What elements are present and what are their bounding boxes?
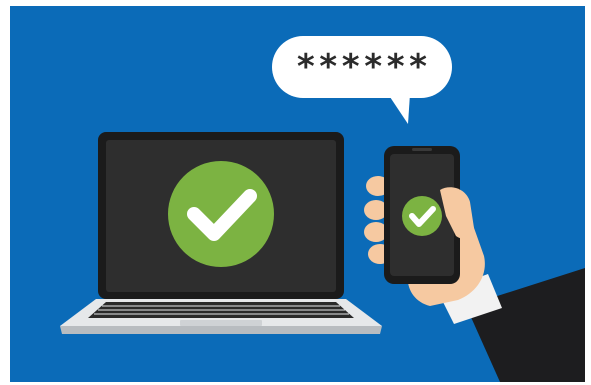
- laptop-check-circle: [168, 161, 274, 267]
- phone-speaker: [412, 148, 432, 151]
- bubble-tail: [388, 94, 410, 124]
- phone-check-circle: [402, 196, 442, 236]
- laptop-touchpad: [180, 320, 262, 326]
- two-factor-illustration: ******: [10, 6, 585, 382]
- check-icon: [168, 161, 274, 267]
- laptop-base-edge: [60, 326, 382, 334]
- password-mask-text: ******: [295, 47, 431, 87]
